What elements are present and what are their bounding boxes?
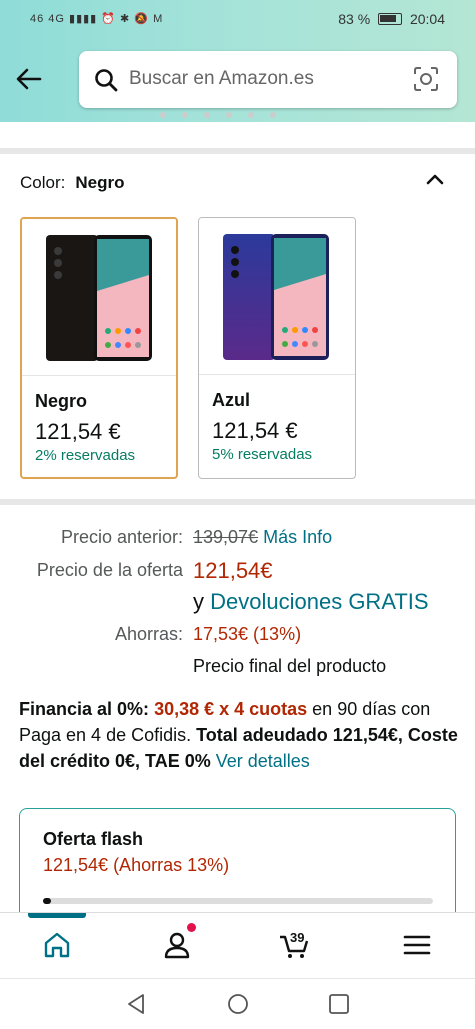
- finance-installment: 30,38 € x 4 cuotas: [154, 699, 308, 719]
- offer-price-label: Precio de la oferta: [36, 560, 183, 580]
- flash-offer-price: 121,54€ (Ahorras 13%): [43, 855, 230, 875]
- color-option-reserved: 5% reservadas: [212, 446, 313, 463]
- battery-icon: [378, 13, 403, 25]
- product-image-azul: [199, 218, 355, 375]
- final-price-note: Precio final del producto: [193, 656, 387, 676]
- home-icon[interactable]: [41, 929, 73, 961]
- flash-offer-progress: [43, 898, 433, 904]
- color-option-negro[interactable]: Negro 121,54 € 2% reservadas: [20, 217, 178, 479]
- search-icon: [95, 69, 118, 92]
- status-icons: 46 4G ▮▮▮▮ ⏰ ✱ 🔕 M: [30, 13, 164, 25]
- system-nav-bar: [0, 978, 475, 1029]
- savings-value: 17,53€ (13%): [193, 624, 302, 644]
- battery-percent: 83 %: [338, 11, 371, 27]
- back-arrow-icon[interactable]: [14, 64, 44, 94]
- nav-back-icon[interactable]: [125, 992, 149, 1016]
- returns-row: y Devoluciones GRATIS: [193, 589, 429, 615]
- color-option-reserved: 2% reservadas: [35, 447, 136, 464]
- savings-label: Ahorras:: [114, 624, 183, 644]
- color-option-price: 121,54 €: [35, 419, 121, 444]
- chevron-up-icon[interactable]: [424, 168, 446, 190]
- color-option-price: 121,54 €: [212, 418, 298, 443]
- header-bar: 46 4G ▮▮▮▮ ⏰ ✱ 🔕 M 83 % 20:04 Buscar en …: [0, 0, 475, 122]
- divider: [0, 499, 475, 505]
- finance-lead: Financia al 0%:: [19, 699, 150, 719]
- notification-dot: [187, 923, 196, 932]
- more-info-link[interactable]: Más Info: [263, 527, 332, 547]
- clock: 20:04: [409, 11, 445, 27]
- financing-info: Financia al 0%: 30,38 € x 4 cuotas en 90…: [19, 696, 459, 774]
- selected-color: Negro: [75, 173, 125, 192]
- search-box[interactable]: Buscar en Amazon.es: [79, 51, 457, 108]
- offer-price: 121,54€: [193, 558, 273, 583]
- color-selector-header: Color: Negro: [20, 173, 124, 193]
- nav-home-icon[interactable]: [226, 992, 250, 1016]
- previous-price: 139,07€: [193, 527, 259, 547]
- carousel-dots: [160, 112, 320, 122]
- free-returns-link[interactable]: Devoluciones GRATIS: [210, 589, 428, 614]
- finance-details-link[interactable]: Ver detalles: [216, 751, 310, 771]
- returns-prefix: y: [193, 589, 204, 614]
- color-option-name: Negro: [35, 391, 88, 411]
- nav-recents-icon[interactable]: [327, 992, 351, 1016]
- divider: [0, 148, 475, 154]
- active-tab-indicator: [28, 913, 86, 918]
- flash-offer-title: Oferta flash: [43, 829, 144, 849]
- previous-price-row: 139,07€ Más Info: [193, 527, 332, 548]
- camera-scan-icon[interactable]: [413, 66, 439, 92]
- menu-icon[interactable]: [401, 929, 433, 961]
- bottom-tab-bar: 39: [0, 912, 475, 978]
- color-label: Color:: [20, 173, 66, 192]
- color-option-azul[interactable]: Azul 121,54 € 5% reservadas: [198, 217, 356, 479]
- cart-count: 39: [290, 930, 305, 945]
- product-image-negro: [22, 219, 176, 376]
- color-option-name: Azul: [212, 390, 250, 410]
- status-bar: 46 4G ▮▮▮▮ ⏰ ✱ 🔕 M 83 % 20:04: [0, 0, 475, 40]
- account-icon[interactable]: [161, 929, 193, 961]
- flash-offer-progress-fill: [43, 898, 51, 904]
- previous-price-label: Precio anterior:: [60, 527, 183, 547]
- status-right: 83 % 20:04: [338, 11, 445, 27]
- search-input[interactable]: Buscar en Amazon.es: [129, 68, 314, 90]
